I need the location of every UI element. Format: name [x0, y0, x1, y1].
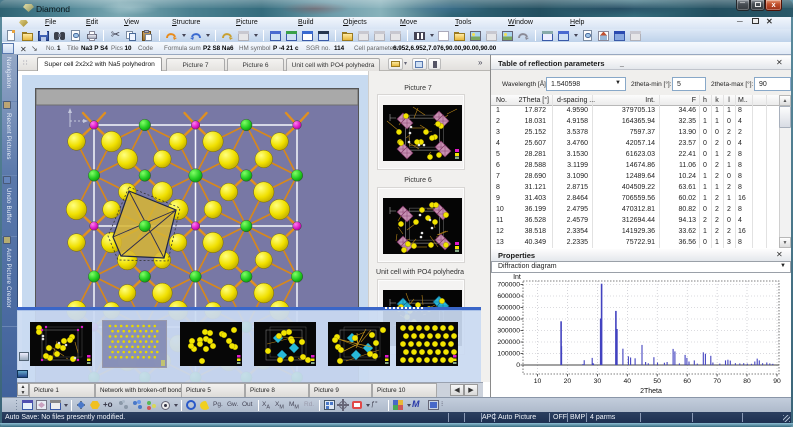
svg-text:100000: 100000: [497, 351, 520, 358]
svg-text:Int: Int: [513, 274, 521, 281]
svg-text:80: 80: [743, 378, 751, 385]
svg-text:60: 60: [683, 378, 691, 385]
svg-text:400000: 400000: [497, 316, 520, 323]
svg-text:700000: 700000: [497, 282, 520, 289]
svg-text:10: 10: [534, 378, 542, 385]
svg-text:300000: 300000: [497, 328, 520, 335]
svg-text:2Theta: 2Theta: [640, 388, 662, 395]
svg-text:30: 30: [594, 378, 602, 385]
svg-text:40: 40: [624, 378, 632, 385]
svg-text:90: 90: [773, 378, 781, 385]
svg-text:500000: 500000: [497, 305, 520, 312]
svg-text:50: 50: [653, 378, 661, 385]
svg-text:70: 70: [713, 378, 721, 385]
svg-text:200000: 200000: [497, 339, 520, 346]
svg-text:20: 20: [564, 378, 572, 385]
svg-text:600000: 600000: [497, 293, 520, 300]
svg-text:0: 0: [516, 362, 520, 369]
